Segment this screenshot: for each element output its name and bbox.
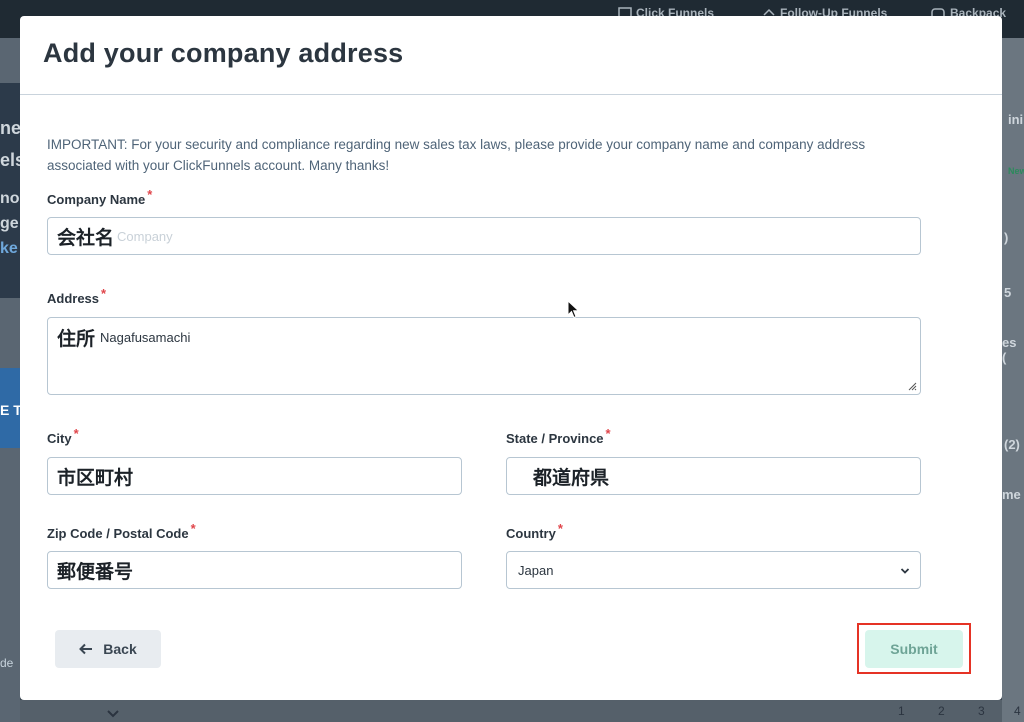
required-mark: * bbox=[147, 187, 153, 202]
zip-annotation: 郵便番号 bbox=[57, 561, 134, 583]
city-label: City * bbox=[47, 426, 79, 446]
address-value: Nagafusamachi bbox=[100, 330, 191, 345]
company-name-placeholder: Company bbox=[117, 228, 173, 244]
bg-fragment: ini bbox=[1008, 112, 1024, 127]
company-name-input[interactable]: 会社名 Company bbox=[47, 217, 921, 255]
chevron-down-icon bbox=[107, 710, 119, 718]
bg-page-number: 2 bbox=[938, 704, 945, 718]
required-mark: * bbox=[73, 426, 79, 441]
country-value: Japan bbox=[518, 562, 554, 578]
bg-fragment: ) bbox=[1004, 230, 1009, 245]
required-mark: * bbox=[190, 521, 196, 536]
required-mark: * bbox=[605, 426, 611, 441]
modal-header: Add your company address bbox=[20, 16, 1002, 95]
country-label: Country * bbox=[506, 521, 563, 541]
mouse-cursor-icon bbox=[567, 300, 580, 319]
address-annotation: 住所 bbox=[57, 329, 96, 350]
bg-fragment: (2) bbox=[1004, 437, 1020, 452]
city-annotation: 市区町村 bbox=[57, 467, 134, 489]
bg-fragment: 5 bbox=[1004, 285, 1012, 300]
bg-fragment: me bbox=[1002, 487, 1021, 502]
bg-fragment: ge bbox=[0, 215, 19, 232]
required-mark: * bbox=[101, 286, 107, 301]
bg-fragment: es ( bbox=[1002, 335, 1017, 365]
zip-input[interactable]: 郵便番号 bbox=[47, 551, 462, 589]
bg-page-number: 3 bbox=[978, 704, 985, 718]
chevron-down-icon bbox=[900, 568, 910, 574]
modal-title: Add your company address bbox=[43, 38, 404, 68]
zip-label: Zip Code / Postal Code * bbox=[47, 521, 196, 541]
back-button[interactable]: Back bbox=[55, 630, 161, 668]
bg-fragment: New bbox=[1008, 166, 1024, 176]
bg-fragment: ne bbox=[0, 118, 22, 138]
bg-page-number: 1 bbox=[898, 704, 905, 718]
important-notice: IMPORTANT: For your security and complia… bbox=[47, 137, 866, 173]
state-annotation: 都道府県 bbox=[533, 467, 610, 489]
required-mark: * bbox=[557, 521, 563, 536]
address-label: Address * bbox=[47, 286, 107, 306]
city-input[interactable]: 市区町村 bbox=[47, 457, 462, 495]
bg-page-number: 4 bbox=[1014, 704, 1021, 718]
country-select[interactable]: Japan bbox=[506, 551, 921, 589]
company-address-modal: Add your company address IMPORTANT: For … bbox=[20, 16, 1002, 700]
bg-fragment: E T bbox=[0, 402, 22, 418]
company-name-label: Company Name * bbox=[47, 187, 153, 207]
address-textarea[interactable]: 住所 Nagafusamachi bbox=[47, 317, 921, 395]
background-right bbox=[1002, 38, 1024, 722]
state-label: State / Province * bbox=[506, 426, 611, 446]
company-name-annotation: 会社名 bbox=[57, 227, 115, 249]
state-input[interactable]: 都道府県 bbox=[506, 457, 921, 495]
bg-fragment: de bbox=[0, 656, 14, 670]
resize-handle-icon[interactable] bbox=[907, 381, 917, 391]
background-bottom bbox=[20, 700, 1002, 722]
arrow-left-icon bbox=[79, 643, 93, 655]
background-left bbox=[0, 38, 20, 722]
bg-fragment: ke bbox=[0, 240, 18, 257]
submit-button[interactable]: Submit bbox=[865, 630, 963, 668]
